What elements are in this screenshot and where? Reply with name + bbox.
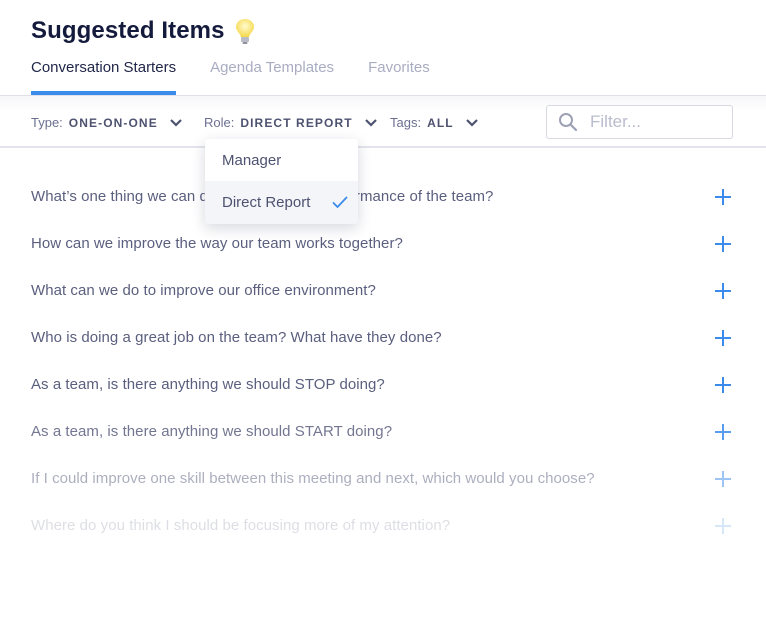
add-icon[interactable] bbox=[715, 188, 731, 205]
add-icon[interactable] bbox=[715, 329, 731, 346]
list-item-text: As a team, is there anything we should S… bbox=[31, 423, 393, 440]
add-icon[interactable] bbox=[715, 282, 731, 299]
list-item: What can we do to improve our office env… bbox=[0, 267, 766, 314]
role-filter-label: Role: bbox=[204, 115, 235, 130]
list-item-text: Where do you think I should be focusing … bbox=[31, 517, 451, 534]
tab-conversation-starters[interactable]: Conversation Starters bbox=[31, 58, 177, 95]
type-filter-label: Type: bbox=[31, 115, 63, 130]
checkmark-icon bbox=[332, 196, 348, 208]
filter-divider bbox=[0, 146, 766, 148]
filter-input[interactable] bbox=[588, 111, 722, 133]
role-option-label: Direct Report bbox=[222, 194, 311, 211]
role-option-label: Manager bbox=[222, 151, 282, 169]
tab-bar: Conversation Starters Agenda Templates F… bbox=[31, 58, 464, 95]
tags-filter[interactable]: Tags: ALL bbox=[390, 115, 478, 130]
filter-search[interactable] bbox=[546, 105, 733, 139]
list-item: How can we improve the way our team work… bbox=[0, 220, 766, 267]
suggestion-list: What’s one thing we can do to improve th… bbox=[0, 173, 766, 549]
search-icon bbox=[559, 113, 578, 132]
role-option-manager[interactable]: Manager bbox=[205, 139, 358, 181]
list-item: What’s one thing we can do to improve th… bbox=[0, 173, 766, 220]
list-item: If I could improve one skill between thi… bbox=[0, 455, 766, 502]
role-filter-value: DIRECT REPORT bbox=[240, 115, 353, 130]
list-item-text: Who is doing a great job on the team? Wh… bbox=[31, 329, 442, 346]
list-item-text: If I could improve one skill between thi… bbox=[31, 470, 595, 487]
chevron-down-icon bbox=[364, 118, 377, 127]
tab-favorites[interactable]: Favorites bbox=[368, 58, 430, 95]
role-filter[interactable]: Role: DIRECT REPORT bbox=[204, 115, 377, 130]
tags-filter-label: Tags: bbox=[390, 115, 422, 130]
lightbulb-icon bbox=[234, 17, 256, 45]
add-icon[interactable] bbox=[715, 423, 731, 440]
add-icon[interactable] bbox=[715, 376, 731, 393]
tags-filter-value: ALL bbox=[427, 115, 454, 130]
role-option-direct-report[interactable]: Direct Report bbox=[205, 181, 358, 224]
add-icon[interactable] bbox=[715, 235, 731, 252]
tab-agenda-templates[interactable]: Agenda Templates bbox=[210, 58, 334, 95]
page-title-text: Suggested Items bbox=[31, 17, 225, 44]
list-item-text: As a team, is there anything we should S… bbox=[31, 376, 385, 393]
role-dropdown-menu: Manager Direct Report bbox=[205, 139, 358, 224]
list-item: As a team, is there anything we should S… bbox=[0, 408, 766, 455]
add-icon[interactable] bbox=[715, 470, 731, 487]
add-icon[interactable] bbox=[715, 517, 731, 534]
chevron-down-icon bbox=[170, 118, 182, 127]
list-item-text: How can we improve the way our team work… bbox=[31, 235, 403, 252]
list-item: Who is doing a great job on the team? Wh… bbox=[0, 314, 766, 361]
header: Suggested Items Conversation Starters Ag… bbox=[0, 0, 766, 96]
page-title: Suggested Items bbox=[31, 17, 256, 45]
list-item: Where do you think I should be focusing … bbox=[0, 502, 766, 549]
list-item-text: What can we do to improve our office env… bbox=[31, 282, 376, 299]
type-filter[interactable]: Type: ONE-ON-ONE bbox=[31, 115, 182, 130]
type-filter-value: ONE-ON-ONE bbox=[68, 115, 158, 130]
list-item: As a team, is there anything we should S… bbox=[0, 361, 766, 408]
chevron-down-icon bbox=[465, 118, 478, 127]
